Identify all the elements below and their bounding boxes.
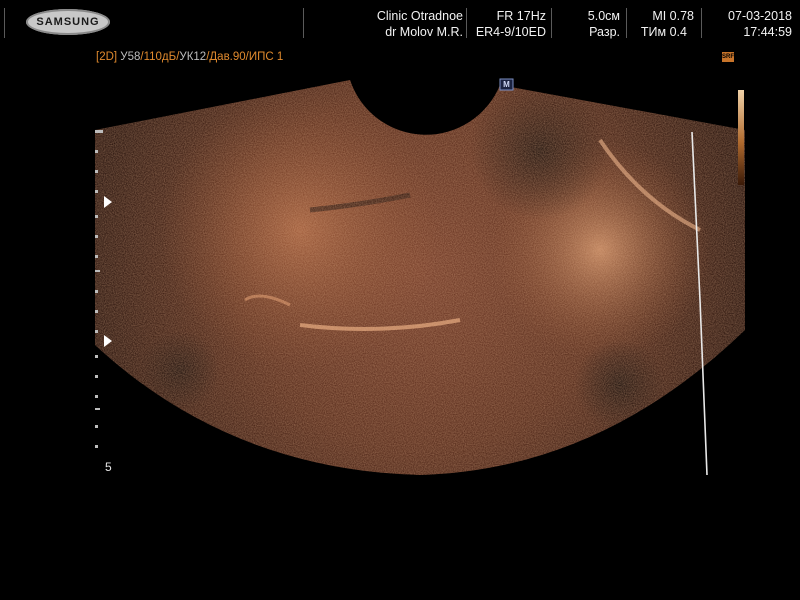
resolution-label: Разр.	[589, 25, 620, 39]
dynamic-range-label: /110дБ/	[140, 51, 180, 63]
tim-value: TИм 0.4	[640, 25, 687, 39]
ips-label: ИПС 1	[248, 51, 284, 63]
doctor-name: dr Molov M.R.	[385, 25, 463, 39]
header-bar: SAMSUNG Clinic Otradnoe dr Molov M.R. FR…	[0, 0, 800, 44]
power-label: /Дав.90/	[206, 51, 249, 63]
mi-value: MI 0.78	[652, 9, 694, 23]
ultrasound-image	[95, 78, 745, 476]
frame-rate: FR 17Hz	[496, 9, 546, 23]
samsung-logo: SAMSUNG	[26, 9, 110, 35]
orientation-marker: M	[503, 80, 510, 89]
clinic-name: Clinic Otradnoe	[376, 9, 463, 23]
probe-name: ER4-9/10ED	[475, 25, 546, 39]
imaging-params: [2D] У58/110дБ/УК12/Дав.90/ИПС 1	[96, 51, 283, 63]
mode-label: [2D]	[96, 51, 118, 63]
gray-scale-bar	[738, 90, 744, 185]
srf-badge: SRF	[722, 52, 734, 62]
time-value: 17:44:59	[743, 25, 792, 39]
gain-label: У58	[120, 51, 141, 63]
depth-scale-label: 5	[105, 460, 112, 474]
brand-text: SAMSUNG	[36, 16, 100, 28]
frame-avg-label: УК12	[179, 51, 207, 63]
date-value: 07-03-2018	[728, 9, 792, 23]
depth-value: 5.0см	[587, 9, 620, 23]
